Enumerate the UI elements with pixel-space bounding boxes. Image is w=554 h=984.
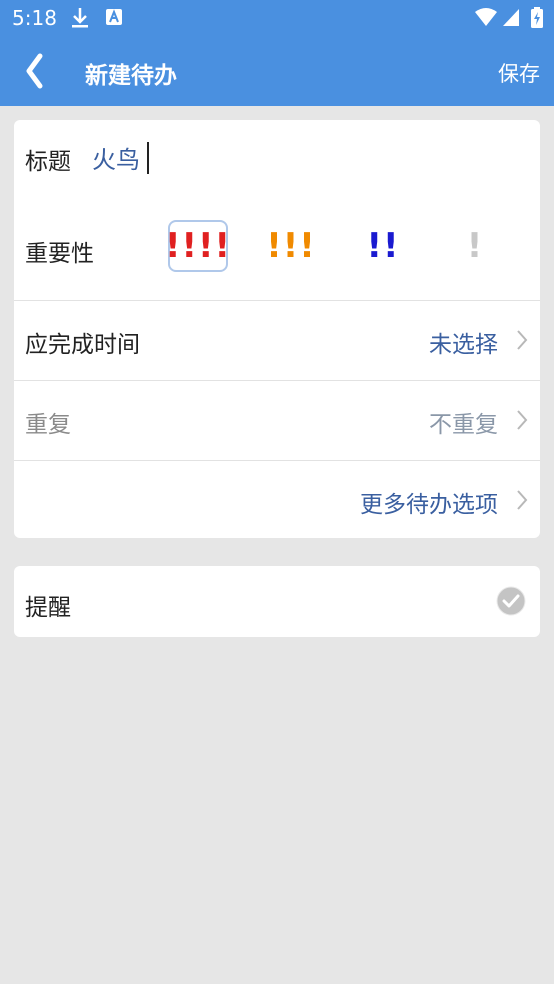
repeat-row[interactable]: 重复 不重复 xyxy=(14,380,540,460)
battery-icon xyxy=(531,7,543,28)
wifi-icon xyxy=(475,8,497,26)
due-time-row[interactable]: 应完成时间 未选择 xyxy=(14,300,540,380)
due-time-value: 未选择 xyxy=(429,332,498,358)
due-time-label: 应完成时间 xyxy=(25,332,140,358)
chevron-right-icon xyxy=(517,490,528,510)
status-time: 5:18 xyxy=(12,6,57,30)
title-input[interactable] xyxy=(92,138,512,176)
a-badge-icon xyxy=(106,9,122,25)
importance-option-highest[interactable]: !!!! xyxy=(165,220,230,272)
check-circle-icon[interactable] xyxy=(496,586,526,616)
more-options-row[interactable]: 更多待办选项 xyxy=(14,460,540,540)
importance-option-high[interactable]: !!! xyxy=(261,220,321,272)
status-bar: 5:18 xyxy=(0,0,554,36)
chevron-right-icon xyxy=(517,410,528,430)
app-bar: 新建待办 保存 xyxy=(0,36,554,106)
more-options-label: 更多待办选项 xyxy=(360,492,498,518)
page-title: 新建待办 xyxy=(85,63,177,89)
chevron-left-icon[interactable] xyxy=(18,50,52,92)
repeat-value: 不重复 xyxy=(429,412,498,438)
importance-option-low[interactable]: ! xyxy=(445,220,505,272)
download-icon xyxy=(72,8,88,28)
save-button[interactable]: 保存 xyxy=(498,58,540,88)
importance-label: 重要性 xyxy=(25,241,94,267)
reminder-label: 提醒 xyxy=(25,595,71,621)
title-label: 标题 xyxy=(25,149,71,175)
importance-option-medium[interactable]: !! xyxy=(353,220,413,272)
chevron-right-icon xyxy=(517,330,528,350)
reminder-card[interactable]: 提醒 xyxy=(14,566,540,637)
text-cursor xyxy=(147,142,149,174)
repeat-label: 重复 xyxy=(25,412,71,438)
signal-icon xyxy=(503,9,519,26)
todo-form-card: 标题 重要性 !!!! !!! !! ! 应完成时间 未选择 重复 不重复 更多… xyxy=(14,120,540,538)
